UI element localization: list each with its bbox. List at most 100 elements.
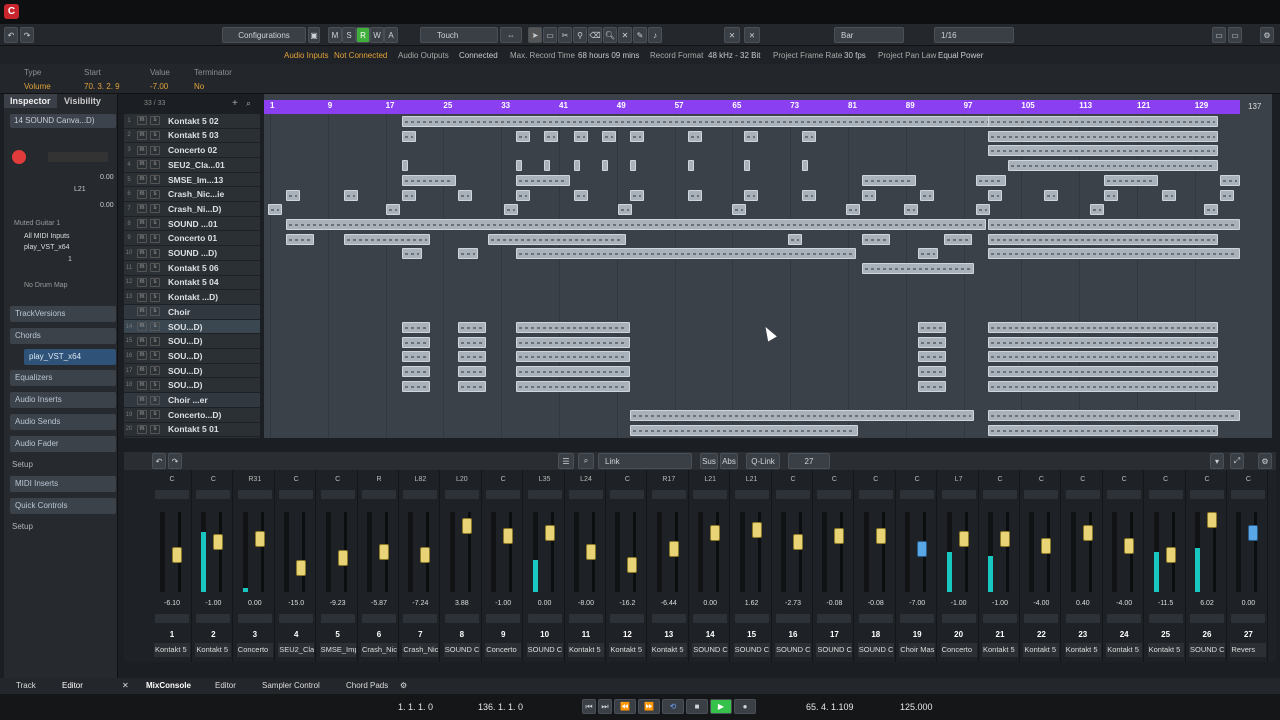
midi-part[interactable] — [1162, 189, 1176, 201]
redo-icon-2[interactable]: ↷ — [168, 453, 182, 469]
track-header[interactable]: 4 m s SEU2_Cla...01 — [124, 158, 260, 173]
section-equalizers[interactable]: Equalizers — [10, 370, 116, 386]
midi-part[interactable] — [402, 160, 408, 172]
midi-part[interactable] — [402, 321, 430, 333]
section-audio-sends[interactable]: Audio Sends — [10, 414, 116, 430]
mixer-channel[interactable]: C -1.00 21 Kontakt 5 — [980, 470, 1020, 662]
midi-part[interactable] — [630, 189, 644, 201]
volume-db[interactable]: 0.40 — [1063, 600, 1103, 607]
lock-icon[interactable]: ▣ — [308, 27, 320, 43]
channel-name[interactable]: SOUND C — [526, 643, 563, 657]
mute-solo-buttons[interactable] — [651, 614, 686, 623]
zoom-icon[interactable]: ⌕ — [578, 453, 594, 469]
volume-db[interactable]: 3.88 — [442, 600, 482, 607]
read-mode-button[interactable]: R — [356, 27, 370, 43]
mixer-channel[interactable]: C 0.00 27 Revers — [1228, 470, 1269, 662]
solo-button[interactable]: s — [150, 380, 160, 390]
insert-slot[interactable] — [1231, 490, 1266, 499]
mute-button[interactable]: m — [137, 292, 147, 302]
quantize-select[interactable]: 1/16 — [934, 27, 1014, 43]
record-enable-button[interactable] — [12, 150, 26, 164]
midi-part[interactable] — [802, 189, 816, 201]
midi-part[interactable] — [602, 130, 616, 142]
mute-solo-buttons[interactable] — [1190, 614, 1224, 623]
volume-fader[interactable] — [379, 544, 389, 560]
volume-db[interactable]: -2.73 — [773, 600, 813, 607]
channel-name[interactable]: Crash_Nic — [402, 643, 439, 657]
channel-name[interactable]: Kontakt 5 — [154, 643, 190, 657]
mute-solo-buttons[interactable] — [320, 614, 355, 623]
midi-part[interactable] — [988, 351, 1218, 363]
track-header[interactable]: 7 m s Crash_Ni...D) — [124, 202, 260, 217]
forward-icon[interactable]: ⏩ — [638, 699, 660, 714]
insert-slot[interactable] — [858, 490, 893, 499]
midi-part[interactable] — [904, 204, 918, 216]
insert-slot[interactable] — [196, 490, 231, 499]
volume-fader[interactable] — [793, 534, 803, 550]
range-tool-icon[interactable]: ▭ — [543, 27, 557, 43]
channel-name[interactable]: Kontakt 5 — [195, 643, 232, 657]
midi-part[interactable] — [402, 174, 456, 186]
mixer-channel[interactable]: C 0.40 23 Kontakt 5 — [1063, 470, 1103, 662]
midi-part[interactable] — [1008, 160, 1218, 172]
track-header[interactable]: 10 m s SOUND ...D) — [124, 246, 260, 261]
volume-db[interactable]: -1.00 — [483, 600, 523, 607]
mute-solo-buttons[interactable] — [693, 614, 728, 623]
track-header[interactable]: 13 m s Kontakt ...D) — [124, 290, 260, 305]
channel-name[interactable]: SMSE_Imp — [319, 643, 356, 657]
undo-icon[interactable]: ↶ — [4, 27, 18, 43]
mute-solo-buttons[interactable] — [900, 614, 935, 623]
mute-button[interactable]: m — [137, 307, 147, 317]
solo-button[interactable]: s — [150, 424, 160, 434]
midi-part[interactable] — [516, 380, 630, 392]
insert-slot[interactable] — [1065, 490, 1100, 499]
solo-button[interactable]: s — [150, 204, 160, 214]
mute-button[interactable]: m — [137, 160, 147, 170]
mute-tool-icon[interactable]: ✕ — [618, 27, 632, 43]
abs-button[interactable]: Abs — [720, 453, 738, 469]
channel-name[interactable]: Revers — [1230, 643, 1267, 657]
channel-name[interactable]: Kontakt 5 — [609, 643, 646, 657]
midi-part[interactable] — [516, 189, 530, 201]
mute-solo-buttons[interactable] — [444, 614, 479, 623]
mixer-settings-gear-icon[interactable]: ⚙ — [1258, 453, 1272, 469]
solo-button[interactable]: s — [150, 248, 160, 258]
midi-part[interactable] — [802, 130, 816, 142]
volume-db[interactable]: -4.00 — [1021, 600, 1061, 607]
volume-fader[interactable] — [917, 541, 928, 557]
solo-button[interactable]: s — [150, 233, 160, 243]
track-name-field[interactable]: 14 SOUND Canva...D) — [10, 114, 116, 128]
section-setup[interactable]: Setup — [12, 460, 33, 469]
mute-button[interactable]: m — [137, 233, 147, 243]
mixer-channel[interactable]: L7 -1.00 20 Concerto — [939, 470, 979, 662]
section-chords[interactable]: Chords — [10, 328, 116, 344]
position-display[interactable]: 65. 4. 1.109 — [806, 702, 854, 712]
midi-part[interactable] — [1104, 189, 1118, 201]
midi-part[interactable] — [544, 160, 550, 172]
volume-db[interactable]: -9.23 — [318, 600, 358, 607]
midi-part[interactable] — [918, 321, 946, 333]
solo-button[interactable]: s — [150, 322, 160, 332]
midi-part[interactable] — [402, 130, 416, 142]
right-locator[interactable]: 136. 1. 1. 0 — [478, 702, 523, 712]
insert-slot[interactable] — [362, 490, 396, 499]
midi-part[interactable] — [862, 263, 974, 274]
midi-part[interactable] — [918, 365, 946, 377]
track-header[interactable]: 15 m s SOU...D) — [124, 335, 260, 350]
pan-value[interactable]: L35 — [525, 476, 565, 483]
mute-solo-buttons[interactable] — [983, 614, 1017, 623]
mute-button[interactable]: m — [137, 189, 147, 199]
solo-button[interactable]: s — [150, 175, 160, 185]
insert-slot[interactable] — [734, 490, 769, 499]
mixer-channel[interactable]: C -9.23 5 SMSE_Imp — [318, 470, 358, 662]
midi-part[interactable] — [458, 248, 478, 260]
solo-button[interactable]: s — [150, 263, 160, 273]
mixer-channel[interactable]: C -7.00 19 Choir Mas — [897, 470, 938, 662]
mixer-channel[interactable]: L20 3.88 8 SOUND C — [442, 470, 482, 662]
volume-fader[interactable] — [1000, 531, 1010, 547]
solo-button[interactable]: s — [150, 351, 160, 361]
volume-fader[interactable] — [1041, 538, 1052, 554]
mute-button[interactable]: m — [137, 277, 147, 287]
midi-part[interactable] — [688, 189, 702, 201]
mixer-channel[interactable]: C 6.02 26 SOUND C — [1187, 470, 1227, 662]
